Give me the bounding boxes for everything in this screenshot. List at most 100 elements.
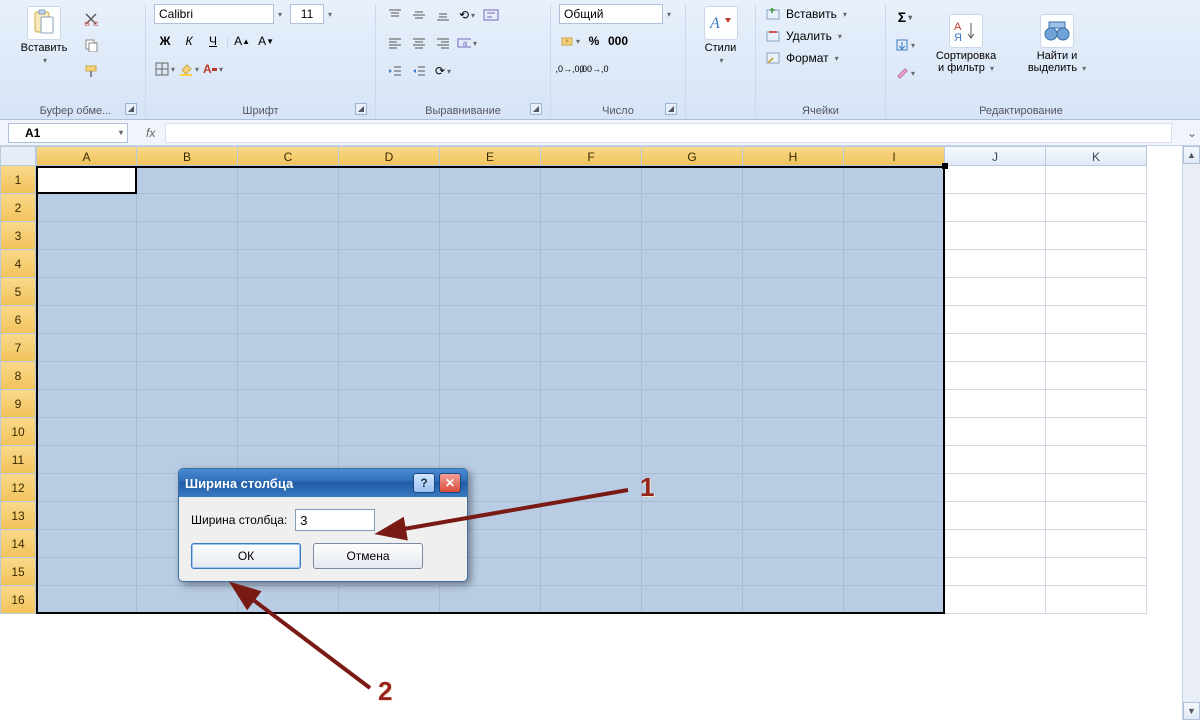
cell[interactable] [440, 194, 541, 222]
scroll-up-button[interactable]: ▲ [1183, 146, 1200, 164]
cell[interactable] [844, 418, 945, 446]
cell[interactable] [541, 278, 642, 306]
cell[interactable] [1046, 502, 1147, 530]
cell[interactable] [440, 166, 541, 194]
cell[interactable] [642, 530, 743, 558]
row-header[interactable]: 4 [0, 250, 36, 278]
cell[interactable] [1046, 250, 1147, 278]
copy-button[interactable] [80, 34, 102, 56]
decrease-decimal-button[interactable]: ,00→,0 [583, 58, 605, 80]
cell[interactable] [137, 418, 238, 446]
cell[interactable] [541, 474, 642, 502]
align-bottom-button[interactable] [432, 4, 454, 26]
row-header[interactable]: 11 [0, 446, 36, 474]
cell[interactable] [945, 474, 1046, 502]
row-header[interactable]: 13 [0, 502, 36, 530]
cell[interactable] [36, 586, 137, 614]
cell[interactable] [137, 278, 238, 306]
formula-input[interactable] [165, 123, 1172, 143]
cell[interactable] [339, 278, 440, 306]
cell[interactable] [743, 558, 844, 586]
orientation-button[interactable]: ⟲▾ [456, 4, 478, 26]
cell[interactable] [945, 530, 1046, 558]
cell[interactable] [36, 306, 137, 334]
select-all-button[interactable] [0, 146, 36, 166]
format-painter-button[interactable] [80, 60, 102, 82]
cell[interactable] [238, 166, 339, 194]
cell[interactable] [945, 306, 1046, 334]
cell[interactable] [541, 446, 642, 474]
cell[interactable] [1046, 446, 1147, 474]
cell[interactable] [743, 530, 844, 558]
cell[interactable] [844, 558, 945, 586]
cell[interactable] [339, 194, 440, 222]
cell[interactable] [238, 362, 339, 390]
bold-button[interactable]: Ж [154, 30, 176, 52]
column-header[interactable]: H [743, 146, 844, 166]
cell[interactable] [844, 306, 945, 334]
cell[interactable] [339, 586, 440, 614]
cell[interactable] [36, 166, 137, 194]
cell[interactable] [743, 194, 844, 222]
cell[interactable] [36, 530, 137, 558]
cell[interactable] [440, 278, 541, 306]
row-header[interactable]: 1 [0, 166, 36, 194]
cell[interactable] [36, 278, 137, 306]
cell[interactable] [238, 418, 339, 446]
dialog-titlebar[interactable]: Ширина столбца ? ✕ [179, 469, 467, 497]
cell[interactable] [238, 586, 339, 614]
row-header[interactable]: 6 [0, 306, 36, 334]
cell[interactable] [1046, 558, 1147, 586]
column-header[interactable]: C [238, 146, 339, 166]
cell[interactable] [945, 390, 1046, 418]
cell[interactable] [642, 446, 743, 474]
cell[interactable] [642, 306, 743, 334]
cell[interactable] [339, 222, 440, 250]
cancel-button[interactable]: Отмена [313, 543, 423, 569]
cell[interactable] [945, 222, 1046, 250]
cell[interactable] [137, 586, 238, 614]
column-header[interactable]: K [1046, 146, 1147, 166]
cell[interactable] [642, 502, 743, 530]
chevron-down-icon[interactable]: ▾ [278, 10, 282, 19]
cell[interactable] [137, 334, 238, 362]
fx-icon[interactable]: fx [136, 126, 165, 140]
cell[interactable] [36, 474, 137, 502]
cell[interactable] [844, 474, 945, 502]
font-name-input[interactable] [154, 4, 274, 24]
cell[interactable] [541, 586, 642, 614]
cell[interactable] [642, 250, 743, 278]
cell[interactable] [339, 166, 440, 194]
fill-button[interactable]: ▾ [894, 34, 916, 56]
cell[interactable] [339, 390, 440, 418]
cell[interactable] [238, 222, 339, 250]
row-header[interactable]: 7 [0, 334, 36, 362]
cell[interactable] [137, 250, 238, 278]
cell[interactable] [541, 362, 642, 390]
cell[interactable] [541, 558, 642, 586]
cut-button[interactable] [80, 8, 102, 30]
chevron-down-icon[interactable]: ▾ [119, 128, 123, 137]
cell[interactable] [945, 166, 1046, 194]
row-header[interactable]: 12 [0, 474, 36, 502]
cell[interactable] [238, 194, 339, 222]
cell[interactable] [36, 390, 137, 418]
cell[interactable] [137, 390, 238, 418]
chevron-down-icon[interactable]: ▾ [667, 10, 671, 19]
cell[interactable] [945, 586, 1046, 614]
insert-cells-button[interactable]: Вставить▾ [764, 6, 849, 22]
column-header[interactable]: E [440, 146, 541, 166]
cell[interactable] [440, 362, 541, 390]
cell[interactable] [743, 222, 844, 250]
cell[interactable] [1046, 222, 1147, 250]
cell[interactable] [945, 558, 1046, 586]
fill-handle[interactable] [942, 163, 948, 169]
cell[interactable] [642, 278, 743, 306]
wrap-text-button[interactable] [480, 4, 502, 26]
cell[interactable] [541, 306, 642, 334]
cell[interactable] [945, 194, 1046, 222]
cell[interactable] [36, 502, 137, 530]
vertical-scrollbar[interactable]: ▲ ▼ [1182, 146, 1200, 720]
cell[interactable] [642, 558, 743, 586]
column-header[interactable]: J [945, 146, 1046, 166]
